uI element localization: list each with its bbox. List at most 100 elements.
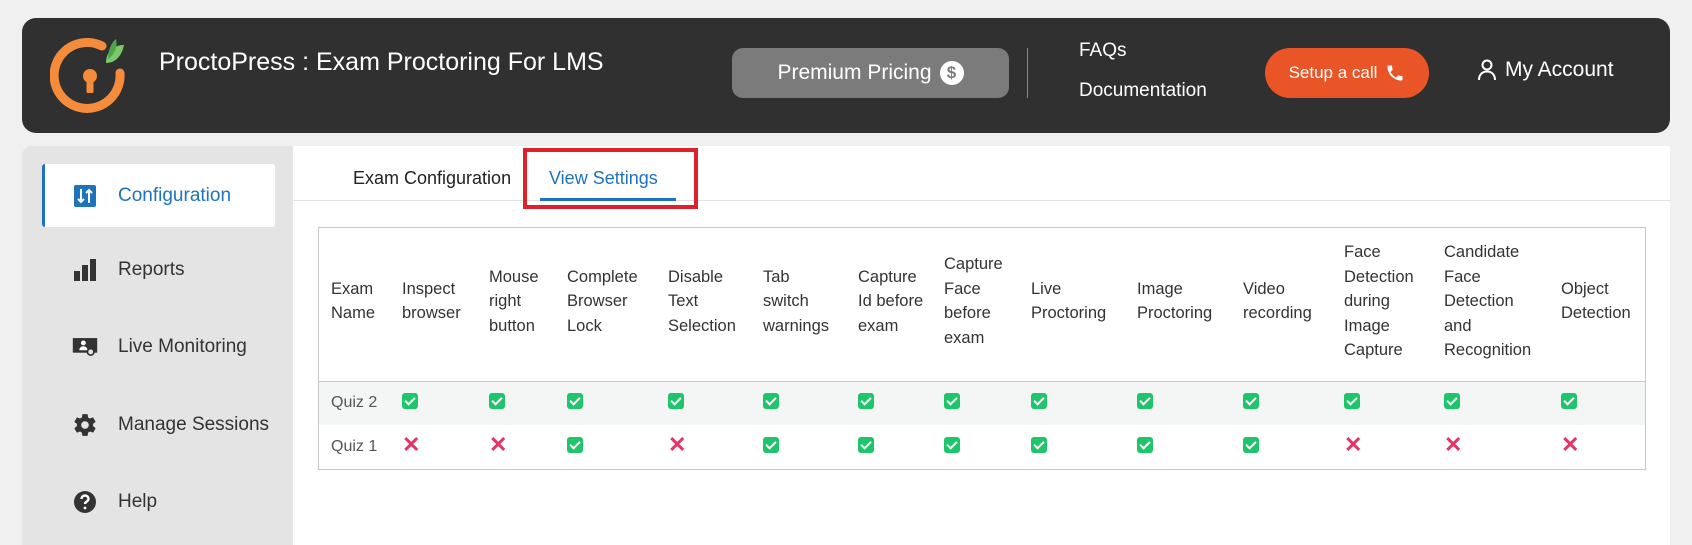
check-icon xyxy=(1561,392,1577,409)
check-icon xyxy=(567,436,583,453)
monitor-user-icon xyxy=(72,334,98,360)
setting-cell xyxy=(932,381,1019,425)
header-divider xyxy=(1027,48,1028,98)
setup-call-button[interactable]: Setup a call xyxy=(1265,48,1429,98)
table-row: Quiz 2 xyxy=(319,381,1645,425)
sidebar-item-label: Live Monitoring xyxy=(118,335,247,357)
check-icon xyxy=(858,392,874,409)
column-header: Tab switch warnings xyxy=(751,228,846,382)
check-icon xyxy=(944,392,960,409)
check-icon xyxy=(1243,436,1259,453)
check-icon xyxy=(1137,436,1153,453)
table-header-row: Exam Name Inspect browser Mouse right butt… xyxy=(319,228,1645,382)
setting-cell: ✕ xyxy=(1332,425,1432,469)
setting-cell xyxy=(846,425,932,469)
cross-icon: ✕ xyxy=(1444,432,1463,457)
premium-pricing-button[interactable]: Premium Pricing $ xyxy=(732,48,1009,98)
settings-table: Exam Name Inspect browser Mouse right butt… xyxy=(318,227,1646,470)
check-icon xyxy=(1137,392,1153,409)
cross-icon: ✕ xyxy=(1344,432,1363,457)
proctopress-logo-icon xyxy=(50,37,125,113)
check-icon xyxy=(944,436,960,453)
question-circle-icon xyxy=(72,489,98,515)
column-header: Capture Id before exam xyxy=(846,228,932,382)
setting-cell xyxy=(477,381,555,425)
dollar-icon: $ xyxy=(939,61,964,85)
check-icon xyxy=(1243,392,1259,409)
setting-cell xyxy=(555,381,656,425)
setup-call-label: Setup a call xyxy=(1288,63,1378,82)
check-icon xyxy=(858,436,874,453)
check-icon xyxy=(489,392,505,409)
tab-exam-configuration[interactable]: Exam Configuration xyxy=(353,168,511,189)
highlight-annotation-box xyxy=(523,148,698,209)
setting-cell xyxy=(390,381,477,425)
table-row: Quiz 1 ✕ ✕ ✕ ✕ ✕ ✕ xyxy=(319,425,1645,469)
setting-cell: ✕ xyxy=(656,425,751,469)
setting-cell xyxy=(1125,381,1231,425)
sidebar-item-label: Configuration xyxy=(118,184,232,206)
setting-cell xyxy=(1332,381,1432,425)
exam-name-cell: Quiz 1 xyxy=(331,438,378,455)
sidebar-item-manage-sessions[interactable]: Manage Sessions xyxy=(42,393,275,456)
sidebar-item-help[interactable]: Help xyxy=(42,470,275,533)
main-content: Exam Configuration View Settings Exam Na… xyxy=(293,146,1670,545)
check-icon xyxy=(763,436,779,453)
column-header: Inspect browser xyxy=(390,228,477,382)
sidebar-item-reports[interactable]: Reports xyxy=(42,238,275,301)
gear-icon xyxy=(72,412,98,438)
documentation-link[interactable]: Documentation xyxy=(1079,80,1207,102)
column-header: Mouse right button xyxy=(477,228,555,382)
setting-cell xyxy=(751,425,846,469)
check-icon xyxy=(1031,392,1047,409)
setting-cell xyxy=(1019,381,1125,425)
sidebar-item-label: Help xyxy=(118,490,158,512)
check-icon xyxy=(567,392,583,409)
sidebar: Configuration Reports Live Monitoring Ma… xyxy=(22,146,293,545)
column-header: Disable Text Selection xyxy=(656,228,751,382)
faqs-link[interactable]: FAQs xyxy=(1079,40,1127,62)
setting-cell xyxy=(555,425,656,469)
check-icon xyxy=(1444,392,1460,409)
setting-cell: ✕ xyxy=(1549,425,1645,469)
setting-cell xyxy=(656,381,751,425)
premium-pricing-label: Premium Pricing xyxy=(777,61,932,84)
setting-cell xyxy=(1432,381,1549,425)
column-header: Video recording xyxy=(1231,228,1332,382)
check-icon xyxy=(763,392,779,409)
user-icon xyxy=(1478,59,1496,81)
tab-bar: Exam Configuration View Settings xyxy=(293,146,1670,209)
column-header: Capture Face before exam xyxy=(932,228,1019,382)
check-icon xyxy=(1031,436,1047,453)
cross-icon: ✕ xyxy=(402,432,421,457)
setting-cell: ✕ xyxy=(477,425,555,469)
my-account-link[interactable]: My Account xyxy=(1477,58,1614,82)
sliders-icon xyxy=(72,183,98,209)
setting-cell xyxy=(1019,425,1125,469)
setting-cell xyxy=(1231,425,1332,469)
setting-cell: ✕ xyxy=(390,425,477,469)
app-title: ProctoPress : Exam Proctoring For LMS xyxy=(159,48,604,76)
bar-chart-icon xyxy=(72,257,98,283)
setting-cell xyxy=(1231,381,1332,425)
cross-icon: ✕ xyxy=(489,432,508,457)
check-icon xyxy=(1344,392,1360,409)
phone-icon xyxy=(1387,65,1403,81)
sidebar-item-live-monitoring[interactable]: Live Monitoring xyxy=(42,315,275,378)
setting-cell: ✕ xyxy=(1432,425,1549,469)
top-header: ProctoPress : Exam Proctoring For LMS Pr… xyxy=(22,18,1670,133)
column-header: Live Proctoring xyxy=(1019,228,1125,382)
column-header: Image Proctoring xyxy=(1125,228,1231,382)
column-header: Object Detection xyxy=(1549,228,1645,382)
setting-cell xyxy=(846,381,932,425)
cross-icon: ✕ xyxy=(1561,432,1580,457)
setting-cell xyxy=(751,381,846,425)
column-header: Exam Name xyxy=(319,228,390,382)
column-header: Face Detection during Image Capture xyxy=(1332,228,1432,382)
sidebar-item-label: Manage Sessions xyxy=(118,413,270,435)
sidebar-item-label: Reports xyxy=(118,258,185,280)
setting-cell xyxy=(1125,425,1231,469)
check-icon xyxy=(402,392,418,409)
check-icon xyxy=(668,392,684,409)
sidebar-item-configuration[interactable]: Configuration xyxy=(42,164,275,227)
